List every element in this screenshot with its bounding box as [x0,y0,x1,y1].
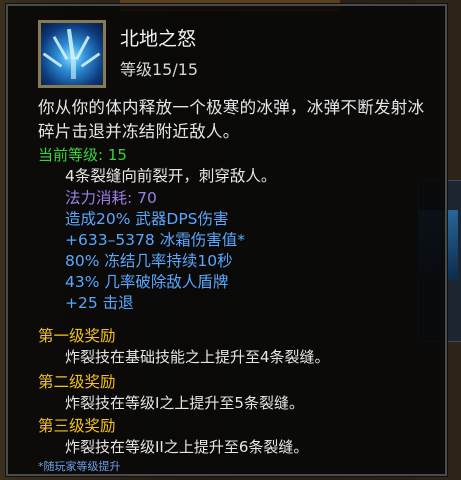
effect-line-weapon-dps: 造成20% 武器DPS伤害 [65,210,229,228]
tier-2-desc: 炸裂技在等级I之上提升至5条裂缝。 [65,394,304,412]
tier-2-label: 第二级奖励 [38,373,116,391]
effect-line-freeze-chance: 80% 冻结几率持续10秒 [65,252,233,270]
current-level-heading: 当前等级: 15 [38,146,127,164]
skill-level: 等级15/15 [120,60,199,79]
skill-description: 你从你的体内释放一个极寒的冰弹，冰弹不断发射冰碎片击退并冻结附近敌人。 [38,98,425,141]
effect-line-shield-break: 43% 几率破除敌人盾牌 [65,273,229,291]
tier-1-label: 第一级奖励 [38,327,116,345]
effect-line-knockback: +25 击退 [65,294,134,312]
skill-name: 北地之怒 [120,28,197,50]
effect-line-fissures: 4条裂缝向前裂开，刺穿敌人。 [65,167,277,185]
skill-tooltip: 北地之怒 等级15/15 你从你的体内释放一个极寒的冰弹，冰弹不断发射冰碎片击退… [5,3,448,477]
effect-line-frost-damage: +633–5378 冰霜伤害值* [65,231,245,249]
ice-shards-icon [38,20,106,88]
tier-3-desc: 炸裂技在等级II之上提升至6条裂缝。 [65,438,309,456]
tier-3-label: 第三级奖励 [38,417,116,435]
mana-cost: 法力消耗: 70 [65,189,157,207]
tier-1-desc: 炸裂技在基础技能之上提升至4条裂缝。 [65,348,330,366]
footnote: *随玩家等级提升 [38,460,121,473]
